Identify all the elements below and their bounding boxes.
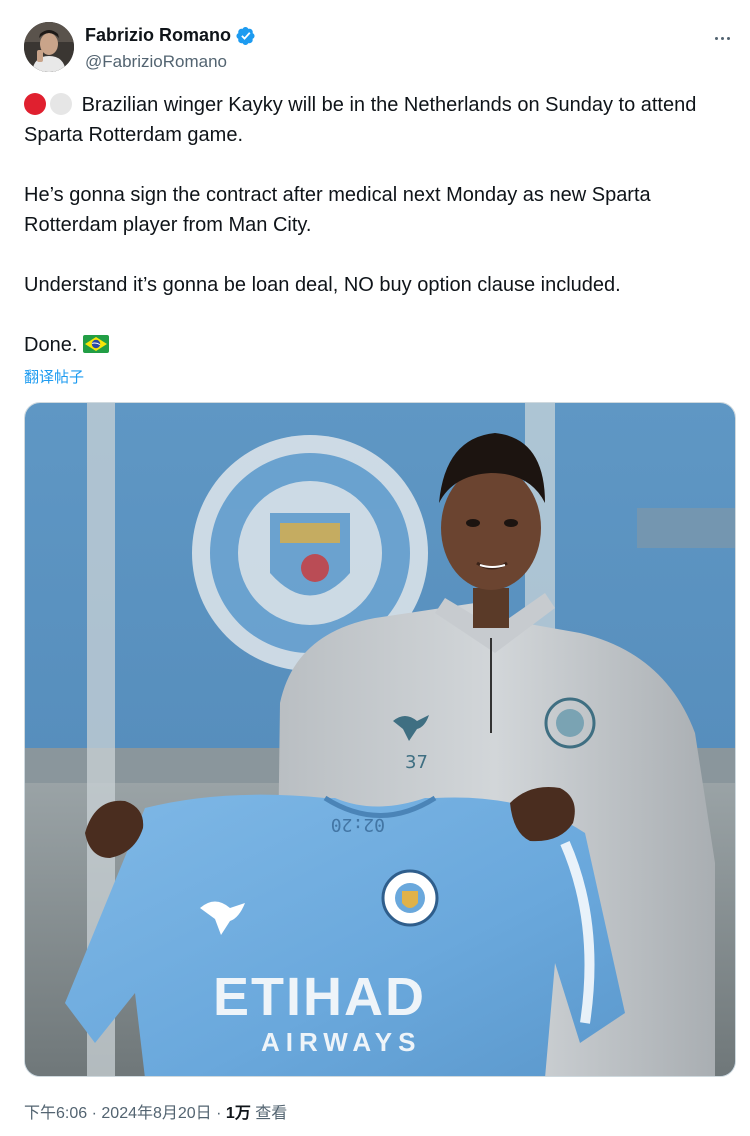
views-count: 1万 [225,1105,251,1122]
avatar-image [24,22,74,72]
translate-post-link[interactable]: 翻译帖子 [24,366,84,387]
avatar[interactable] [24,22,74,72]
tweet-header: Fabrizio Romano @FabrizioRomano [24,22,734,74]
red-circle-icon [24,93,46,115]
views-label: 查看 [255,1105,288,1122]
photo-kayky-holding-shirt: 37 02:20 ETIHAD AIRWAYS [25,403,735,1076]
post-time[interactable]: 下午6:06 [24,1105,87,1122]
meta-separator: · [91,1105,97,1122]
tweet-meta: 下午6:06 · 2024年8月20日 · 1万 查看 [24,1099,287,1123]
tweet-photo[interactable]: 37 02:20 ETIHAD AIRWAYS [24,402,736,1077]
post-date[interactable]: 2024年8月20日 [101,1105,211,1122]
display-name[interactable]: Fabrizio Romano [85,25,231,46]
user-handle[interactable]: @FabrizioRomano [85,52,227,72]
verified-badge-icon [236,26,255,45]
tweet-line-2: He’s gonna sign the contract after medic… [24,184,651,236]
meta-separator: · [216,1105,222,1122]
brazil-flag-icon [82,335,109,353]
white-circle-icon [50,93,72,115]
more-options-icon[interactable] [710,26,734,50]
tweet-line-4: Done. [24,334,78,356]
svg-text:02:20: 02:20 [331,814,385,835]
shirt-sponsor-bottom: AIRWAYS [261,1027,422,1057]
tweet-line-3: Understand it’s gonna be loan deal, NO b… [24,274,621,296]
tweet-line-1: Brazilian winger Kayky will be in the Ne… [24,94,697,146]
shirt-sponsor-top: ETIHAD [213,967,426,1027]
jacket-number: 37 [405,752,428,773]
tweet-body: Brazilian winger Kayky will be in the Ne… [24,90,724,360]
